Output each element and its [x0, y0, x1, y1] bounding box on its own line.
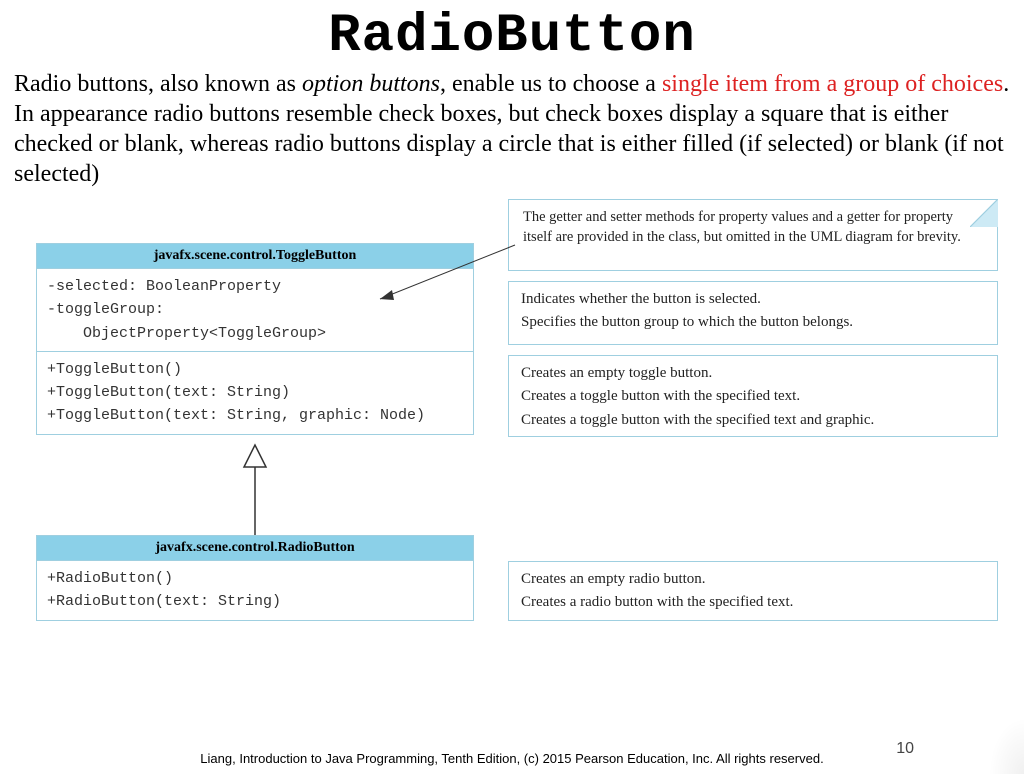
intro-paragraph: Radio buttons, also known as option butt… — [0, 67, 1024, 189]
uml-note-text: The getter and setter methods for proper… — [523, 209, 961, 245]
uml-operations: +RadioButton() +RadioButton(text: String… — [37, 561, 473, 620]
footer-copyright: Liang, Introduction to Java Programming,… — [0, 751, 1024, 766]
uml-operation: +RadioButton() — [47, 567, 463, 590]
desc-line: Indicates whether the button is selected… — [521, 288, 985, 311]
desc-line: Creates a toggle button with the specifi… — [521, 385, 985, 408]
uml-operation: +ToggleButton(text: String, graphic: Nod… — [47, 404, 463, 427]
desc-line: Specifies the button group to which the … — [521, 311, 985, 334]
uml-attribute: -selected: BooleanProperty — [47, 275, 463, 298]
intro-italic: option buttons — [302, 71, 440, 97]
uml-class-header: javafx.scene.control.RadioButton — [37, 536, 473, 561]
uml-note: The getter and setter methods for proper… — [508, 199, 998, 271]
dog-ear-icon — [970, 199, 998, 227]
uml-operation: +ToggleButton(text: String) — [47, 381, 463, 404]
intro-text: , enable us to choose a — [440, 71, 662, 97]
desc-line: Creates an empty radio button. — [521, 568, 985, 591]
uml-diagram-area: The getter and setter methods for proper… — [0, 199, 1024, 719]
desc-line: Creates a radio button with the specifie… — [521, 591, 985, 614]
uml-desc-togglebutton-ops: Creates an empty toggle button. Creates … — [508, 355, 998, 437]
uml-desc-togglebutton-attrs: Indicates whether the button is selected… — [508, 281, 998, 345]
uml-class-radiobutton: javafx.scene.control.RadioButton +RadioB… — [36, 535, 474, 621]
uml-attributes: -selected: BooleanProperty -toggleGroup:… — [37, 269, 473, 351]
uml-class-header: javafx.scene.control.ToggleButton — [37, 244, 473, 269]
uml-attribute: ObjectProperty<ToggleGroup> — [47, 322, 463, 345]
desc-line: Creates an empty toggle button. — [521, 362, 985, 385]
slide-title: RadioButton — [0, 6, 1024, 67]
uml-class-togglebutton: javafx.scene.control.ToggleButton -selec… — [36, 243, 474, 435]
uml-desc-radiobutton-ops: Creates an empty radio button. Creates a… — [508, 561, 998, 621]
desc-line: Creates a toggle button with the specifi… — [521, 409, 985, 432]
uml-operation: +RadioButton(text: String) — [47, 590, 463, 613]
uml-attribute: -toggleGroup: — [47, 298, 463, 321]
uml-operation: +ToggleButton() — [47, 358, 463, 381]
uml-operations: +ToggleButton() +ToggleButton(text: Stri… — [37, 351, 473, 434]
intro-text: Radio buttons, also known as — [14, 71, 302, 97]
intro-red: single item from a group of choices — [662, 71, 1003, 97]
